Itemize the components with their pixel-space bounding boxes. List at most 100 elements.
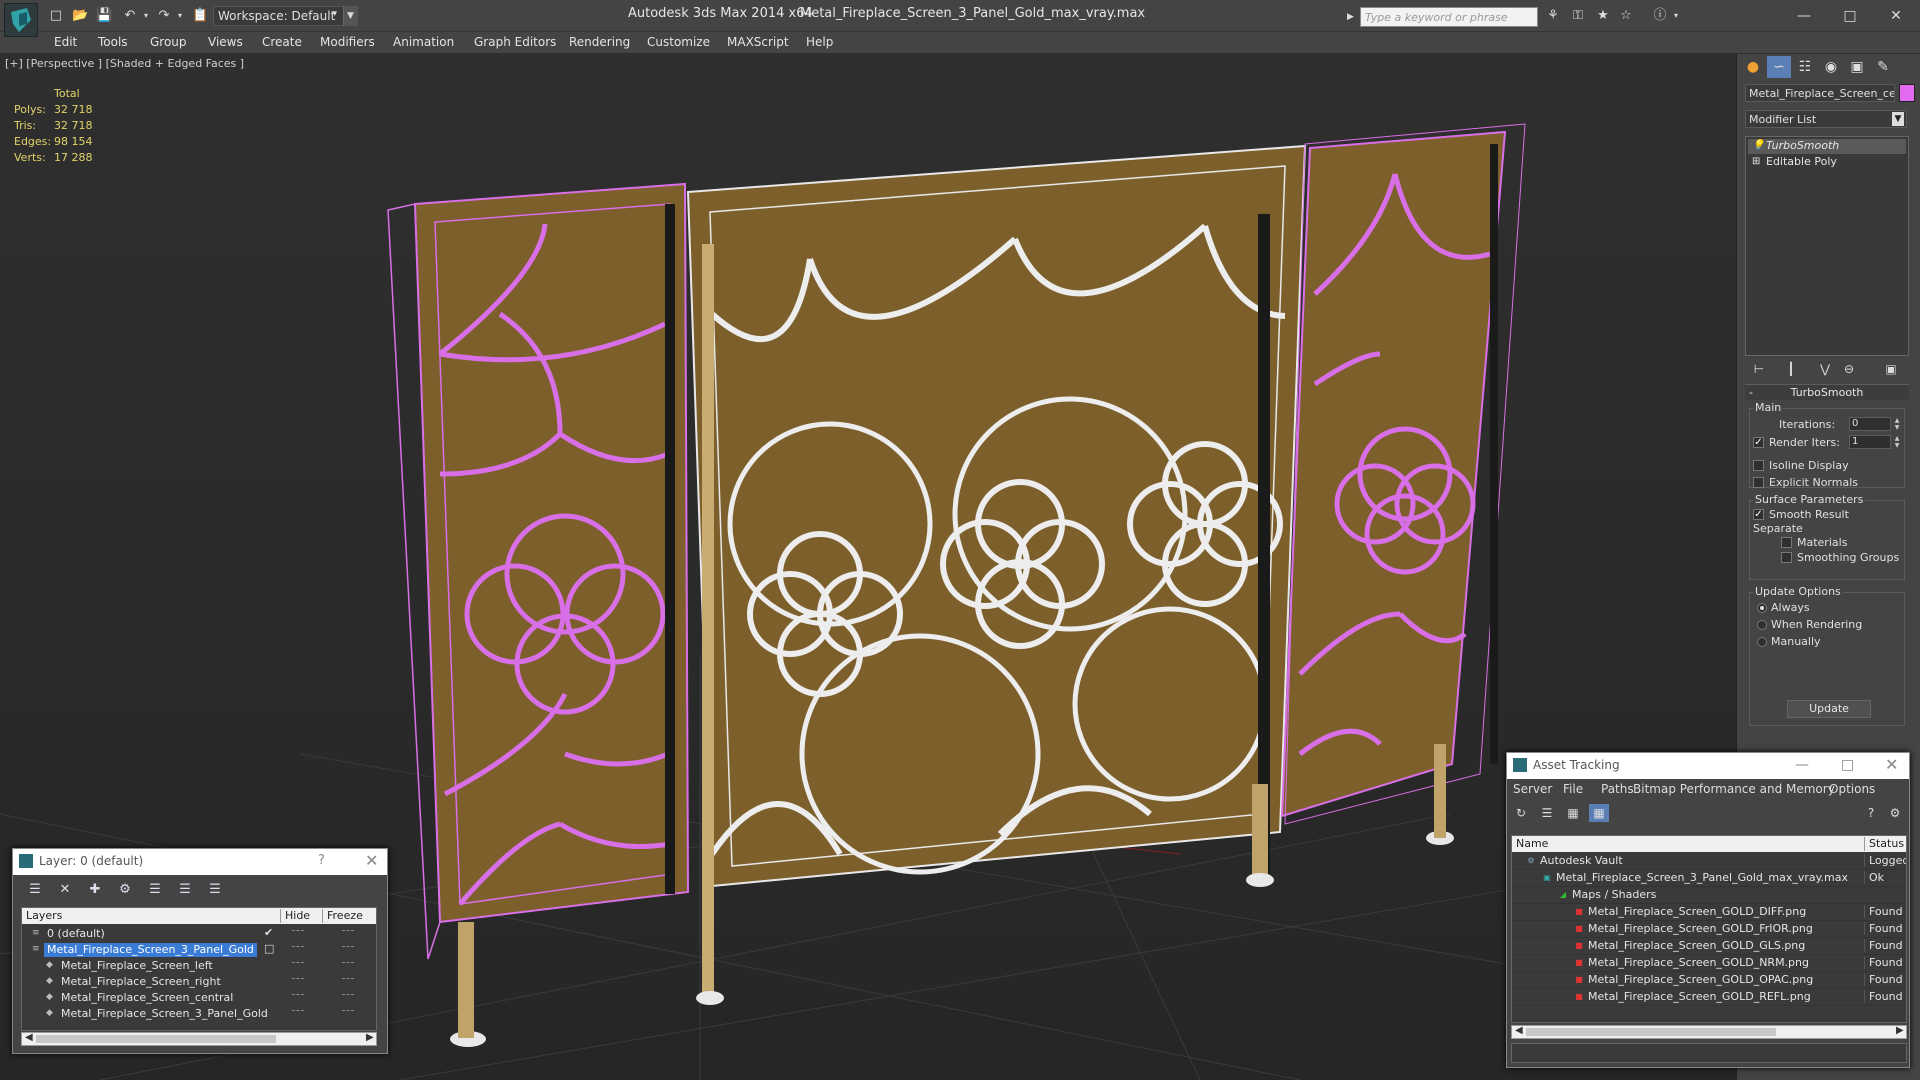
- asset-row[interactable]: ■ Metal_Fireplace_Screen_GOLD_FrIOR.png Fo…: [1512, 921, 1906, 938]
- layer-name[interactable]: Metal_Fireplace_Screen_3_Panel_Gold: [44, 943, 257, 957]
- undo-icon[interactable]: ↶: [122, 8, 138, 24]
- asset-row[interactable]: ■ Metal_Fireplace_Screen_GOLD_REFL.png Fou…: [1512, 989, 1906, 1006]
- menu-views[interactable]: Views: [208, 35, 243, 49]
- menu-group[interactable]: Group: [150, 35, 187, 49]
- smooth-result-checkbox[interactable]: ✓: [1753, 509, 1764, 520]
- binoculars-icon[interactable]: ⚘: [1545, 8, 1561, 24]
- layer-row[interactable]: ◆ Metal_Fireplace_Screen_central: [22, 990, 376, 1006]
- asset-menu-bitmap-performance[interactable]: Bitmap Performance and Memory: [1633, 782, 1835, 796]
- freeze-toggle[interactable]: [342, 1010, 354, 1012]
- asset-dialog-titlebar[interactable]: Asset Tracking — □ ✕: [1507, 753, 1909, 779]
- smoothing-groups-checkbox[interactable]: [1781, 552, 1792, 563]
- search-expand-icon[interactable]: ▶: [1347, 7, 1359, 27]
- asset-row[interactable]: ⚙ Autodesk Vault Logged O: [1512, 853, 1906, 870]
- make-unique-icon[interactable]: ⋁: [1815, 360, 1835, 378]
- modify-tab-icon[interactable]: ∽: [1767, 56, 1791, 78]
- iterations-spinner[interactable]: 0: [1849, 417, 1891, 431]
- turbosmooth-rollout-header[interactable]: - TurboSmooth: [1745, 384, 1909, 400]
- freeze-toggle[interactable]: [342, 962, 354, 964]
- workspace-dropdown-button[interactable]: ▼: [343, 6, 357, 26]
- project-folder-icon[interactable]: 📋: [192, 8, 208, 24]
- layer-row[interactable]: ◆ Metal_Fireplace_Screen_3_Panel_Gold: [22, 1006, 376, 1022]
- layer-row[interactable]: ≡ 0 (default) ✔: [22, 926, 376, 942]
- menu-tools[interactable]: Tools: [98, 35, 128, 49]
- spinner-arrows-icon[interactable]: ▲ ▼: [1893, 417, 1901, 431]
- favorites-star-icon[interactable]: ☆: [1618, 8, 1634, 24]
- update-button[interactable]: Update: [1787, 700, 1871, 718]
- layer-name[interactable]: Metal_Fireplace_Screen_central: [58, 991, 236, 1005]
- manually-radio[interactable]: [1757, 637, 1767, 647]
- freeze-toggle[interactable]: [342, 946, 354, 948]
- layers-column-header[interactable]: Layers: [22, 909, 62, 923]
- name-column-header[interactable]: Name: [1512, 837, 1548, 851]
- maximize-icon[interactable]: □: [1841, 757, 1854, 773]
- layer-dialog-titlebar[interactable]: Layer: 0 (default) ? ✕: [13, 849, 387, 875]
- hide-toggle[interactable]: [292, 1010, 304, 1012]
- viewport-label[interactable]: [+] [Perspective ] [Shaded + Edged Faces…: [5, 57, 244, 70]
- show-end-result-icon[interactable]: ┃: [1781, 360, 1801, 378]
- status-column-header[interactable]: Status: [1864, 837, 1904, 851]
- open-file-icon[interactable]: 📂: [72, 8, 88, 24]
- menu-modifiers[interactable]: Modifiers: [320, 35, 375, 49]
- refresh-icon[interactable]: ↻: [1511, 804, 1531, 822]
- object-name-field[interactable]: Metal_Fireplace_Screen_cent: [1745, 84, 1895, 102]
- menu-maxscript[interactable]: MAXScript: [727, 35, 789, 49]
- close-button[interactable]: ✕: [1876, 4, 1916, 28]
- scroll-thumb[interactable]: [36, 1035, 276, 1043]
- create-tab-icon[interactable]: ●: [1741, 56, 1765, 78]
- asset-menu-options[interactable]: Options: [1829, 782, 1875, 796]
- new-file-icon[interactable]: □: [48, 8, 64, 24]
- utilities-tab-icon[interactable]: ✎: [1871, 56, 1895, 78]
- save-file-icon[interactable]: 💾: [96, 8, 112, 24]
- always-radio[interactable]: [1757, 603, 1767, 613]
- menu-customize[interactable]: Customize: [647, 35, 710, 49]
- object-color-swatch[interactable]: [1899, 84, 1915, 102]
- menu-rendering[interactable]: Rendering: [569, 35, 630, 49]
- table-view-icon[interactable]: ▦: [1589, 804, 1609, 822]
- add-to-layer-icon[interactable]: ✚: [85, 881, 105, 899]
- delete-layer-icon[interactable]: ✕: [55, 881, 75, 899]
- hierarchy-tab-icon[interactable]: ☷: [1793, 56, 1817, 78]
- hide-all-icon[interactable]: ☰: [175, 881, 195, 899]
- settings-icon[interactable]: ⚙: [1885, 804, 1905, 822]
- layer-name[interactable]: Metal_Fireplace_Screen_3_Panel_Gold: [58, 1007, 271, 1021]
- asset-row[interactable]: ■ Metal_Fireplace_Screen_GOLD_DIFF.png Fou…: [1512, 904, 1906, 921]
- freeze-all-icon[interactable]: ☰: [205, 881, 225, 899]
- scroll-right-icon[interactable]: ▶: [1896, 1025, 1904, 1036]
- asset-row[interactable]: ◢ Maps / Shaders: [1512, 887, 1906, 904]
- current-layer-check-icon[interactable]: ✔: [264, 926, 273, 939]
- display-tab-icon[interactable]: ▣: [1845, 56, 1869, 78]
- asset-menu-server[interactable]: Server: [1513, 782, 1552, 796]
- asset-menu-file[interactable]: File: [1563, 782, 1583, 796]
- help-icon[interactable]: ⓘ: [1652, 8, 1668, 24]
- asset-row[interactable]: ■ Metal_Fireplace_Screen_GOLD_NRM.png Foun…: [1512, 955, 1906, 972]
- help-icon[interactable]: ?: [1861, 804, 1881, 822]
- explicit-normals-checkbox[interactable]: [1753, 477, 1764, 488]
- communication-center-icon[interactable]: ★: [1595, 8, 1611, 24]
- layer-row[interactable]: ◆ Metal_Fireplace_Screen_right: [22, 974, 376, 990]
- modifier-list-dropdown[interactable]: Modifier List ▼: [1745, 110, 1907, 128]
- hide-column-header[interactable]: Hide: [280, 909, 310, 923]
- asset-horizontal-scrollbar[interactable]: ◀ ▶: [1511, 1025, 1907, 1039]
- freeze-column-header[interactable]: Freeze: [322, 909, 363, 923]
- select-objects-icon[interactable]: ⚙: [115, 881, 135, 899]
- menu-create[interactable]: Create: [262, 35, 302, 49]
- freeze-toggle[interactable]: [342, 930, 354, 932]
- help-dropdown-icon[interactable]: ▾: [1668, 8, 1684, 24]
- render-iters-checkbox[interactable]: ✓: [1753, 437, 1764, 448]
- spinner-arrows-icon[interactable]: ▲ ▼: [1893, 435, 1901, 449]
- search-input[interactable]: Type a keyword or phrase: [1360, 7, 1538, 27]
- hide-toggle[interactable]: [292, 978, 304, 980]
- layer-row[interactable]: ◆ Metal_Fireplace_Screen_left: [22, 958, 376, 974]
- scroll-right-icon[interactable]: ▶: [366, 1032, 374, 1043]
- expand-plus-icon[interactable]: ⊞: [1752, 156, 1760, 167]
- hide-toggle[interactable]: [292, 962, 304, 964]
- layer-horizontal-scrollbar[interactable]: ◀ ▶: [21, 1032, 377, 1046]
- set-current-box-icon[interactable]: □: [264, 942, 274, 955]
- asset-row[interactable]: ■ Metal_Fireplace_Screen_GOLD_GLS.png Foun…: [1512, 938, 1906, 955]
- layer-name[interactable]: Metal_Fireplace_Screen_right: [58, 975, 224, 989]
- help-button[interactable]: ?: [318, 853, 325, 868]
- layer-name[interactable]: 0 (default): [44, 927, 108, 941]
- menu-graph-editors[interactable]: Graph Editors: [474, 35, 556, 49]
- motion-tab-icon[interactable]: ◉: [1819, 56, 1843, 78]
